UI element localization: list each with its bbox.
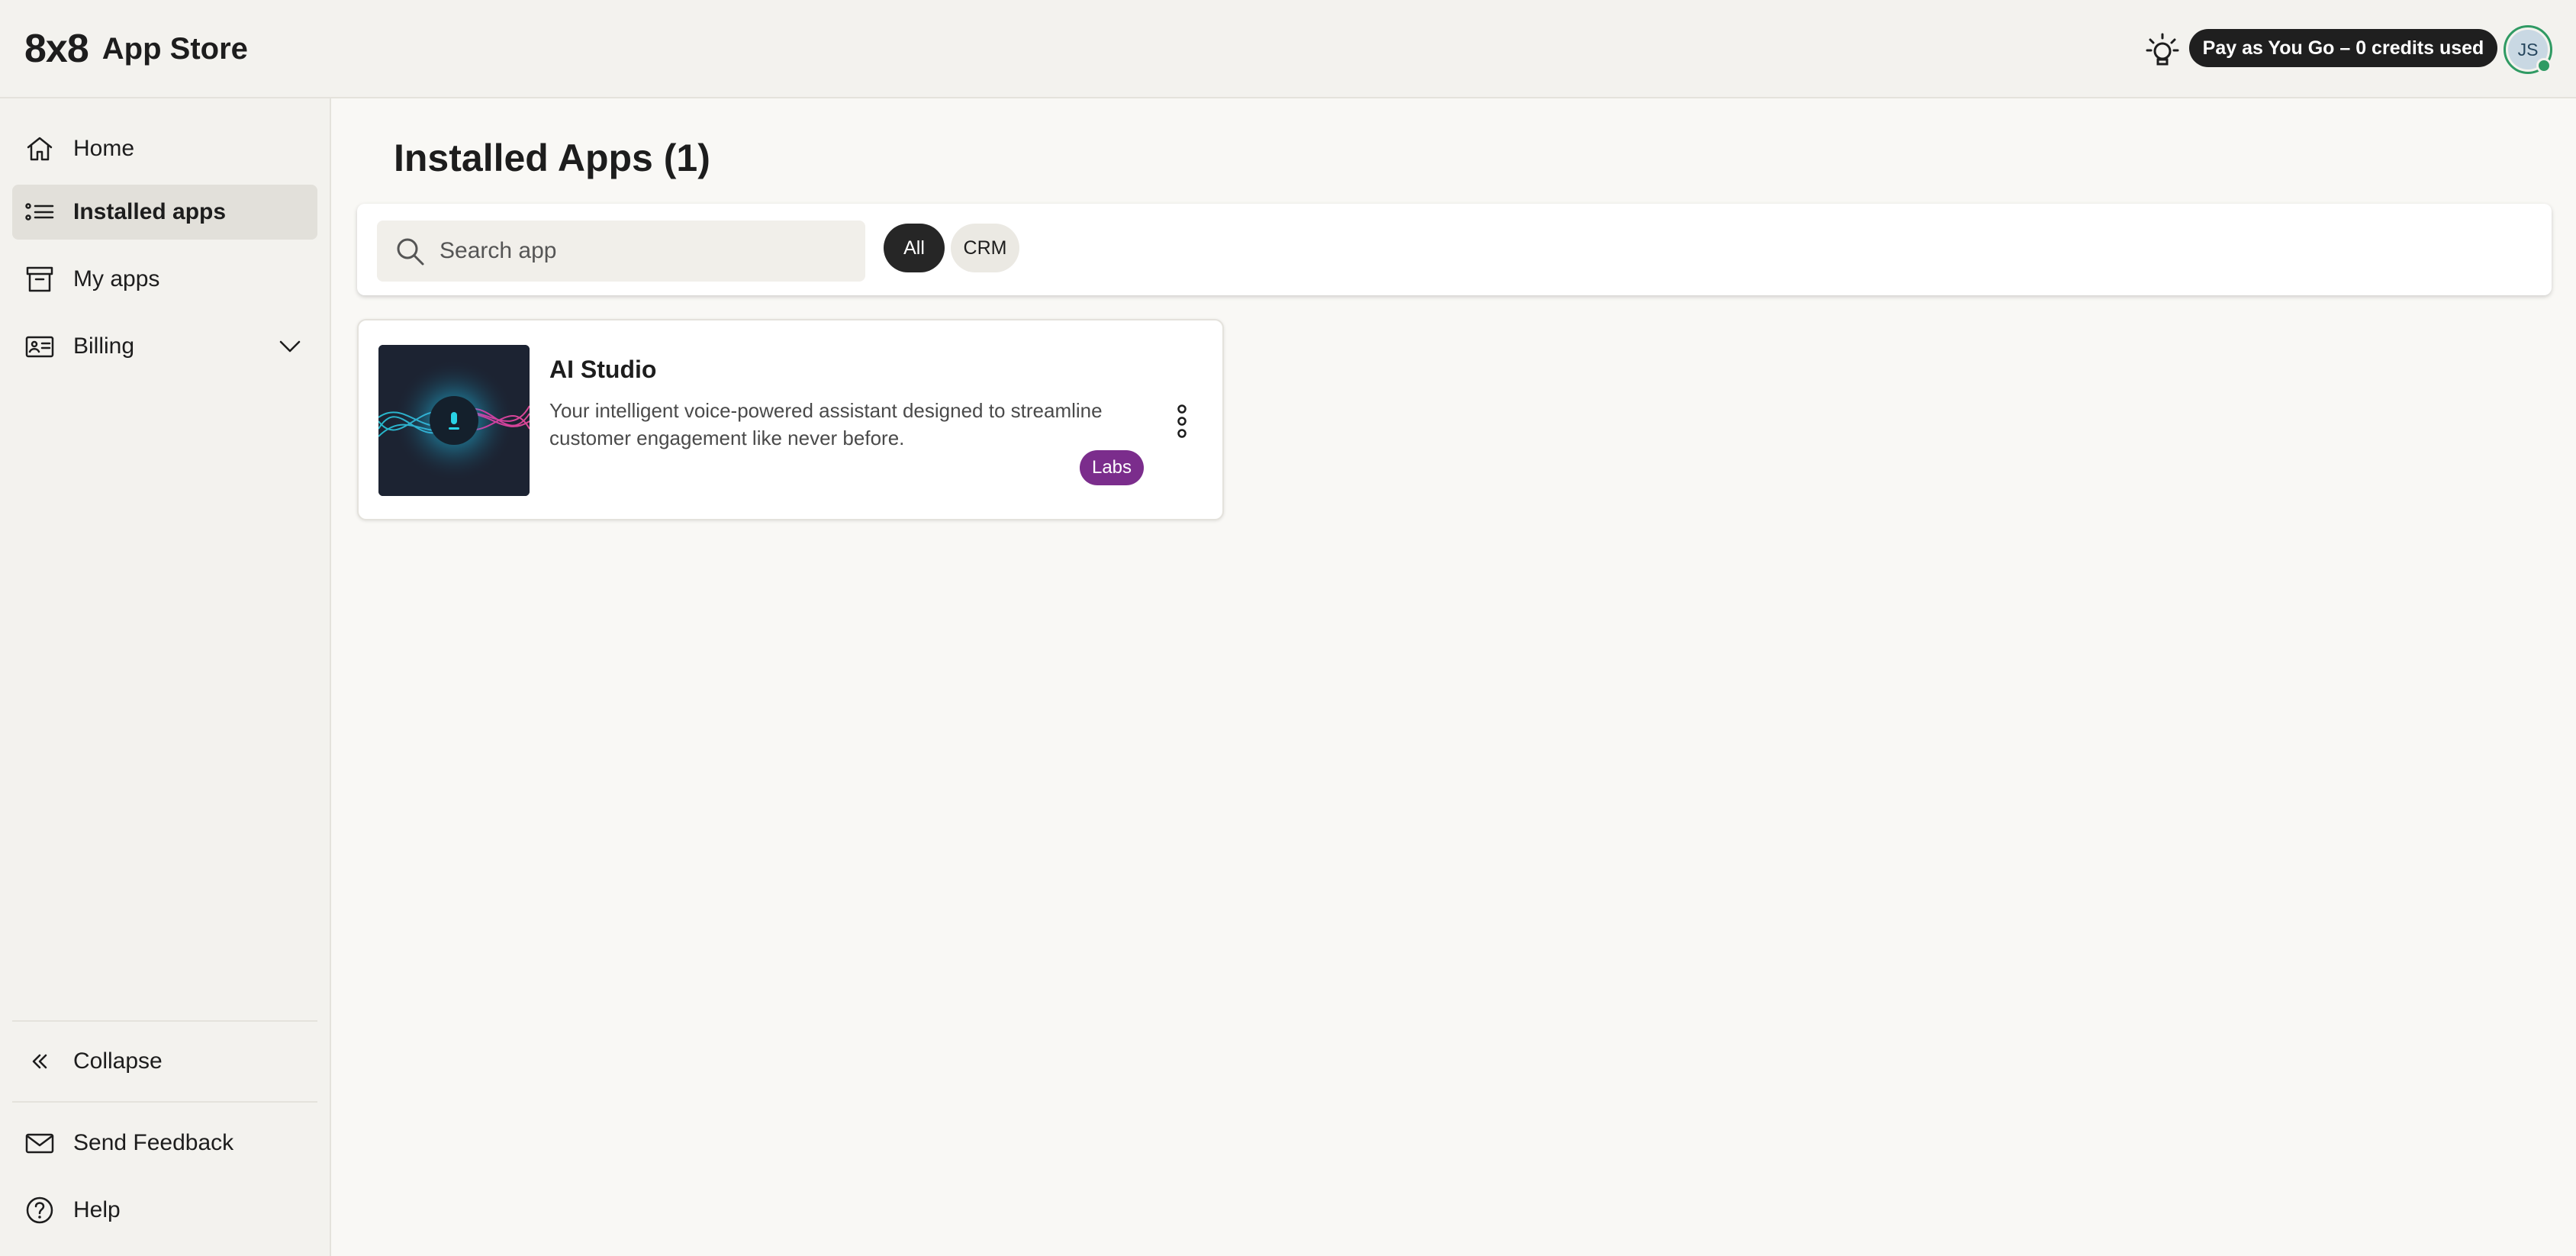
top-header: 8x8 App Store Pay as You Go – 0 credits … [0, 0, 2576, 98]
sidebar-item-label: My apps [73, 266, 160, 291]
collapse-button[interactable]: Collapse [12, 1034, 317, 1089]
page-title: Installed Apps (1) [394, 137, 710, 179]
search-box[interactable] [377, 221, 865, 282]
billing-card-icon [25, 336, 54, 358]
lightbulb-icon[interactable] [2146, 32, 2179, 67]
mail-icon [25, 1133, 54, 1154]
send-feedback-label: Send Feedback [73, 1130, 234, 1155]
filter-chip-crm[interactable]: CRM [951, 224, 1019, 272]
home-icon [27, 137, 53, 161]
sidebar: Home Installed apps My apps Billing Coll… [0, 98, 331, 1256]
brand-title: App Store [101, 31, 248, 66]
sidebar-item-my-apps[interactable]: My apps [12, 252, 317, 307]
avatar[interactable]: JS [2504, 25, 2552, 74]
sidebar-divider [12, 1101, 317, 1103]
sidebar-item-billing[interactable]: Billing [12, 319, 317, 374]
app-name: AI Studio [549, 356, 657, 383]
filter-bar: All CRM [357, 204, 2552, 295]
app-thumbnail [378, 345, 530, 496]
brand-logo: 8x8 [24, 27, 89, 71]
filter-chip-all[interactable]: All [884, 224, 945, 272]
app-card[interactable]: AI Studio Your intelligent voice-powered… [357, 319, 1224, 520]
sidebar-divider [12, 1020, 317, 1022]
brand[interactable]: 8x8 App Store [24, 23, 248, 75]
sidebar-item-installed-apps[interactable]: Installed apps [12, 185, 317, 240]
sidebar-item-label: Home [73, 136, 135, 161]
labs-badge: Labs [1080, 450, 1144, 485]
help-button[interactable]: Help [12, 1183, 317, 1238]
archive-box-icon [26, 266, 53, 292]
send-feedback-button[interactable]: Send Feedback [12, 1116, 317, 1171]
help-circle-icon [26, 1196, 53, 1224]
help-label: Help [73, 1197, 121, 1222]
search-input[interactable] [440, 238, 865, 264]
more-options-icon[interactable] [1174, 403, 1190, 440]
double-chevron-left-icon [32, 1054, 47, 1069]
list-icon [25, 203, 54, 221]
sidebar-item-label: Installed apps [73, 199, 227, 224]
voice-wave-image [378, 345, 530, 496]
app-description: Your intelligent voice-powered assistant… [549, 399, 1103, 449]
sidebar-item-home[interactable]: Home [12, 121, 317, 176]
sidebar-item-label: Billing [73, 333, 135, 359]
collapse-label: Collapse [73, 1048, 163, 1074]
search-icon [397, 238, 424, 266]
chevron-down-icon[interactable] [276, 333, 304, 360]
credits-badge[interactable]: Pay as You Go – 0 credits used [2189, 29, 2497, 67]
online-status-icon [2536, 58, 2552, 73]
